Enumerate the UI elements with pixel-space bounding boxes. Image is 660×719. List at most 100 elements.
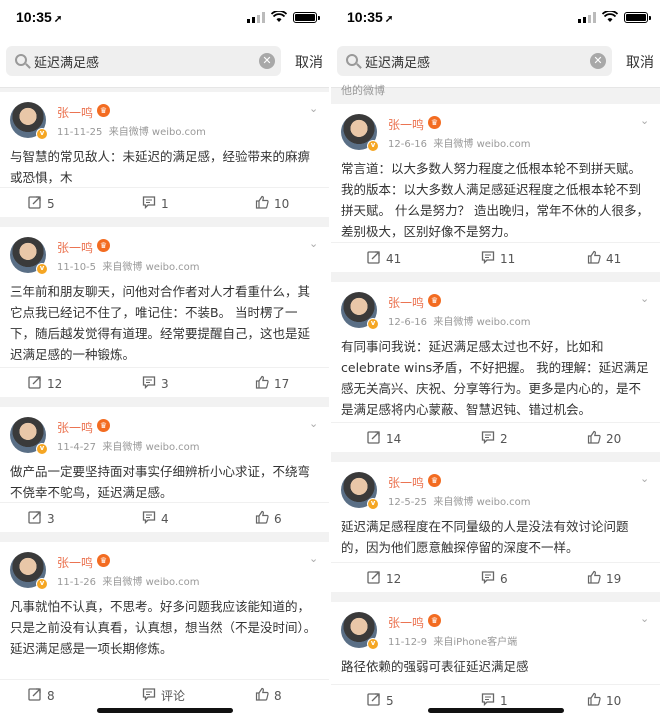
post-card[interactable]: v 张一鸣 ♛ 12-6-16 来自微博 weibo.com ⌄ 常言道：以大多数人努力程… [331,104,660,272]
like-button[interactable]: 8 [255,687,282,704]
repost-button[interactable]: 41 [367,250,401,267]
post-card[interactable]: v 张一鸣 ♛ 11-11-25 来自微博 weibo.com ⌄ 与智慧的常见敌人：未延… [0,92,329,217]
author-name[interactable]: 张一鸣 [388,294,424,311]
comment-button[interactable]: 评论 [142,687,185,704]
post-text: 凡事就怕不认真，不思考。好多问题我应该能知道的，只是之前没有认真看，认真想，想当… [10,599,317,656]
comment-button[interactable]: 1 [142,195,169,212]
chevron-down-icon[interactable]: ⌄ [309,103,319,114]
repost-count: 12 [47,376,63,391]
wifi-icon [602,11,618,22]
post-text: 延迟满足感程度在不同量级的人是没法有效讨论问题的，因为他们愿意触探停留的深度不一… [341,519,629,555]
post-actions: 12 6 19 [331,562,660,592]
repost-count: 8 [47,688,55,703]
chevron-down-icon[interactable]: ⌄ [640,613,650,624]
author-name[interactable]: 张一鸣 [57,419,93,436]
post-card[interactable]: v 张一鸣 ♛ 12-5-25 来自微博 weibo.com ⌄ 延迟满足感程度在不同量级… [331,462,660,592]
comment-button[interactable]: 3 [142,375,169,392]
search-input[interactable]: 延迟满足感 ✕ [6,46,281,76]
chevron-down-icon[interactable]: ⌄ [640,115,650,126]
battery-icon [293,11,320,23]
comment-button[interactable]: 2 [481,430,508,447]
cancel-button[interactable]: 取消 [295,52,323,72]
chevron-down-icon[interactable]: ⌄ [640,293,650,304]
comment-button[interactable]: 11 [481,250,515,267]
like-button[interactable]: 20 [587,430,621,447]
author-name[interactable]: 张一鸣 [57,239,93,256]
like-icon [255,510,269,527]
repost-button[interactable]: 5 [367,692,394,709]
verified-icon: v [36,263,48,275]
author-name[interactable]: 张一鸣 [57,554,93,571]
author-name[interactable]: 张一鸣 [388,116,424,133]
post-card[interactable]: v 张一鸣 ♛ 11-4-27 来自微博 weibo.com ⌄ 做产品一定要坚持面对事实… [0,407,329,532]
post-meta: 12-6-16 来自微博 weibo.com [388,135,531,150]
verified-icon: v [367,498,379,510]
like-button[interactable]: 10 [255,195,289,212]
post-card[interactable]: v 张一鸣 ♛ 11-12-9 来自iPhone客户端 ⌄ 路径依赖的强弱可表征延迟满足感… [331,602,660,719]
repost-button[interactable]: 8 [28,687,55,704]
post-date: 12-5-25 [388,497,428,508]
like-icon [255,195,269,212]
search-query: 延迟满足感 [365,56,431,71]
verified-icon: v [367,140,379,152]
like-button[interactable]: 6 [255,510,282,527]
like-button[interactable]: 41 [587,250,621,267]
comment-count: 1 [500,693,508,708]
verified-icon: v [367,318,379,330]
repost-count: 14 [386,431,402,446]
comment-button[interactable]: 1 [481,692,508,709]
post-date: 12-6-16 [388,317,428,328]
post-card[interactable]: v 张一鸣 ♛ 11-10-5 来自微博 weibo.com ⌄ 三年前和朋友聊天，问他对… [0,227,329,397]
comment-count: 11 [500,251,516,266]
like-button[interactable]: 19 [587,570,621,587]
home-indicator [96,708,233,713]
post-card[interactable]: v 张一鸣 ♛ 11-1-26 来自微博 weibo.com ⌄ 凡事就怕不认真，不思考。… [0,542,329,719]
repost-count: 5 [47,196,55,211]
location-arrow-icon: ➚ [53,14,63,25]
comment-count: 1 [161,196,169,211]
repost-icon [28,375,42,392]
comment-count: 3 [161,376,169,391]
repost-icon [367,570,381,587]
member-crown-icon: ♛ [428,474,441,487]
comment-count: 2 [500,431,508,446]
cancel-button[interactable]: 取消 [626,52,654,72]
clear-icon[interactable]: ✕ [259,53,275,69]
like-icon [587,570,601,587]
post-source: 来自微博 weibo.com [433,317,531,328]
author-name[interactable]: 张一鸣 [388,614,424,631]
search-input[interactable]: 延迟满足感 ✕ [337,46,612,76]
comment-button[interactable]: 4 [142,510,169,527]
post-meta: 12-6-16 来自微博 weibo.com [388,313,531,328]
repost-button[interactable]: 5 [28,195,55,212]
repost-count: 12 [386,571,402,586]
post-actions: 3 4 6 [0,502,329,532]
post-card[interactable]: v 张一鸣 ♛ 12-6-16 来自微博 weibo.com ⌄ 有同事问我说：延迟满足感… [331,282,660,452]
author-name[interactable]: 张一鸣 [388,474,424,491]
like-count: 41 [606,251,622,266]
like-button[interactable]: 17 [255,375,289,392]
chevron-down-icon[interactable]: ⌄ [309,238,319,249]
repost-button[interactable]: 14 [367,430,401,447]
status-time: 10:35 ➚ [347,9,394,25]
post-source: 来自微博 weibo.com [433,139,531,150]
repost-button[interactable]: 3 [28,510,55,527]
repost-button[interactable]: 12 [28,375,62,392]
post-text: 有同事问我说：延迟满足感太过也不好，比如和celebrate wins矛盾，不好… [341,339,649,417]
post-date: 12-6-16 [388,139,428,150]
right-screen: 10:35 ➚ 延迟满足感 ✕ 取消 他的微博 v 张一鸣 ♛ 12-6-16 来自微博… [331,0,660,719]
repost-button[interactable]: 12 [367,570,401,587]
clear-icon[interactable]: ✕ [590,53,606,69]
like-count: 10 [274,196,290,211]
chevron-down-icon[interactable]: ⌄ [309,418,319,429]
member-crown-icon: ♛ [428,116,441,129]
like-button[interactable]: 10 [587,692,621,709]
member-crown-icon: ♛ [97,554,110,567]
post-date: 11-10-5 [57,262,97,273]
chevron-down-icon[interactable]: ⌄ [309,553,319,564]
status-bar: 10:35 ➚ [0,0,329,38]
author-name[interactable]: 张一鸣 [57,104,93,121]
chevron-down-icon[interactable]: ⌄ [640,473,650,484]
like-count: 6 [274,511,282,526]
comment-button[interactable]: 6 [481,570,508,587]
